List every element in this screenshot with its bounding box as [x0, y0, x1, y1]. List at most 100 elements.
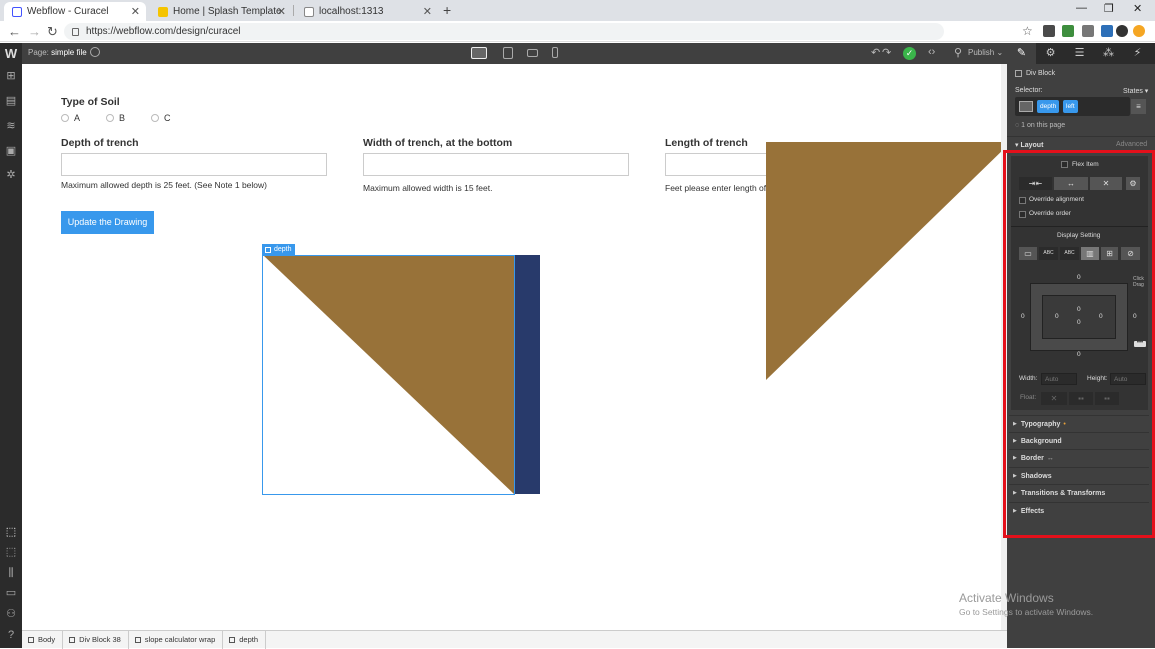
navigator-icon[interactable]: ☰: [1065, 43, 1094, 64]
help-icon[interactable]: ?: [5, 629, 17, 641]
grid-icon[interactable]: ⫼: [5, 567, 17, 579]
extension-icon[interactable]: [1062, 25, 1074, 37]
layers-icon[interactable]: ▭: [5, 587, 17, 599]
advanced-label: Advanced: [1116, 141, 1148, 148]
width-label: Width of trench, at the bottom: [363, 137, 513, 149]
class-chip-left[interactable]: left: [1063, 100, 1078, 113]
tablet-breakpoint-icon[interactable]: [503, 47, 513, 59]
page-selector[interactable]: Page: simple file: [28, 48, 87, 57]
close-window-button[interactable]: ✕: [1133, 2, 1142, 15]
breadcrumb-label: Div Block 38: [79, 635, 121, 644]
update-drawing-button[interactable]: Update the Drawing: [61, 211, 154, 234]
breadcrumb-item[interactable]: depth: [223, 630, 267, 649]
code-icon[interactable]: ‹›: [928, 46, 935, 58]
close-tab-icon[interactable]: ✕: [423, 5, 432, 18]
element-icon: [134, 636, 141, 643]
tab-webflow[interactable]: Webflow - Curacel ✕: [4, 2, 146, 21]
style-manager-icon[interactable]: ⁂: [1094, 43, 1123, 64]
minimize-button[interactable]: —: [1076, 2, 1087, 14]
mobile-portrait-icon[interactable]: [552, 47, 558, 58]
element-type: Div Block: [1015, 70, 1055, 77]
divider: [1007, 136, 1155, 137]
breadcrumb-item[interactable]: Body: [22, 630, 64, 649]
assets-icon[interactable]: ▣: [5, 145, 17, 157]
tab-title: Home | Splash Template: [173, 6, 282, 17]
soil-option-b[interactable]: B: [106, 113, 125, 123]
extension-icon[interactable]: [1101, 25, 1113, 37]
slope-triangle-right[interactable]: [766, 142, 1007, 382]
page-favicon-icon: [304, 6, 314, 17]
depth-input[interactable]: [61, 153, 327, 176]
publish-button[interactable]: Publish ⌄: [968, 48, 1003, 57]
selector-menu-icon[interactable]: ≡: [1131, 99, 1146, 114]
mobile-landscape-icon[interactable]: [527, 49, 538, 57]
maximize-button[interactable]: ❐: [1104, 2, 1114, 15]
selected-element-tag: depth: [262, 244, 295, 255]
pages-icon[interactable]: ▤: [5, 95, 17, 107]
soil-option-c[interactable]: C: [151, 113, 171, 123]
tab-splash-template[interactable]: Home | Splash Template ✕: [150, 2, 292, 21]
redo-icon[interactable]: ↷: [882, 46, 891, 59]
cms-icon[interactable]: ≋: [5, 120, 17, 132]
states-dropdown[interactable]: States ▾: [1123, 87, 1148, 95]
radio-button[interactable]: [106, 114, 114, 122]
bookmark-star-icon[interactable]: ☆: [1022, 24, 1033, 38]
width-input[interactable]: [363, 153, 629, 176]
depth-label: Depth of trench: [61, 137, 139, 149]
profile-avatar[interactable]: [1116, 25, 1128, 37]
preview-icon[interactable]: ⬚: [5, 546, 17, 558]
splash-favicon-icon: [158, 6, 168, 17]
states-label: States: [1123, 88, 1143, 95]
advanced-toggle[interactable]: Advanced: [1116, 141, 1147, 148]
desktop-breakpoint-icon[interactable]: [471, 47, 487, 59]
webflow-logo[interactable]: W: [0, 43, 22, 64]
extension-icon[interactable]: [1082, 25, 1094, 37]
style-brush-icon[interactable]: ✎: [1007, 43, 1036, 64]
tab-title: Webflow - Curacel: [27, 6, 109, 17]
close-tab-icon[interactable]: ✕: [277, 5, 286, 18]
back-icon[interactable]: ←: [8, 24, 21, 39]
div-block-icon: [265, 246, 271, 253]
width-note: Maximum allowed width is 15 feet.: [363, 183, 493, 193]
browser-tab-bar: Webflow - Curacel ✕ Home | Splash Templa…: [0, 0, 1155, 21]
option-label: A: [74, 113, 81, 123]
option-label: C: [164, 113, 171, 123]
breadcrumb-label: Body: [38, 635, 56, 644]
radio-button[interactable]: [61, 114, 69, 122]
new-tab-button[interactable]: +: [443, 2, 451, 18]
highlight-annotation: [1003, 150, 1155, 538]
soil-slope-shape: [766, 142, 1007, 380]
add-icon[interactable]: ⊞: [5, 70, 17, 82]
designer-top-bar: W Page: simple file ↶ ↷ ✓ ‹› ⚲ Publish ⌄…: [0, 43, 1155, 64]
tab-localhost[interactable]: localhost:1313 ✕: [296, 2, 438, 21]
selected-element-name: depth: [274, 246, 292, 253]
design-canvas[interactable]: Type of Soil A B C Depth of trench Maxim…: [22, 64, 1007, 630]
publish-person-icon: ⚲: [954, 47, 963, 59]
length-note: Feet please enter length of: [665, 183, 767, 193]
lock-icon: [72, 27, 79, 36]
interactions-icon[interactable]: ⚡: [1123, 43, 1152, 64]
forward-icon[interactable]: →: [28, 24, 41, 39]
breadcrumb-item[interactable]: Div Block 38: [63, 630, 129, 649]
page-name: simple file: [51, 48, 87, 57]
update-icon[interactable]: [1133, 25, 1145, 37]
extension-icon[interactable]: [1043, 25, 1055, 37]
breadcrumb: Body Div Block 38 slope calculator wrap …: [22, 630, 1007, 649]
tab-title: localhost:1313: [319, 6, 384, 17]
team-icon[interactable]: ⚇: [5, 608, 17, 620]
close-tab-icon[interactable]: ✕: [131, 5, 140, 18]
breadcrumb-item[interactable]: slope calculator wrap: [129, 630, 224, 649]
reload-icon[interactable]: ↻: [47, 24, 58, 40]
settings-gear-icon[interactable]: ⚙: [1036, 43, 1065, 64]
layout-section-header[interactable]: ▾ Layout: [1015, 141, 1043, 149]
select-icon[interactable]: ⬚: [5, 526, 17, 538]
undo-icon[interactable]: ↶: [871, 46, 880, 59]
radio-button[interactable]: [151, 114, 159, 122]
address-bar-row: ← → ↻ https://webflow.com/design/curacel…: [0, 21, 1155, 42]
soil-option-a[interactable]: A: [61, 113, 80, 123]
url-bar[interactable]: https://webflow.com/design/curacel: [64, 23, 944, 40]
preview-eye-icon[interactable]: [90, 47, 100, 57]
on-page-count: ◌ 1 on this page: [1015, 122, 1066, 129]
settings-icon[interactable]: ✲: [5, 169, 17, 181]
class-chip-depth[interactable]: depth: [1037, 100, 1060, 113]
